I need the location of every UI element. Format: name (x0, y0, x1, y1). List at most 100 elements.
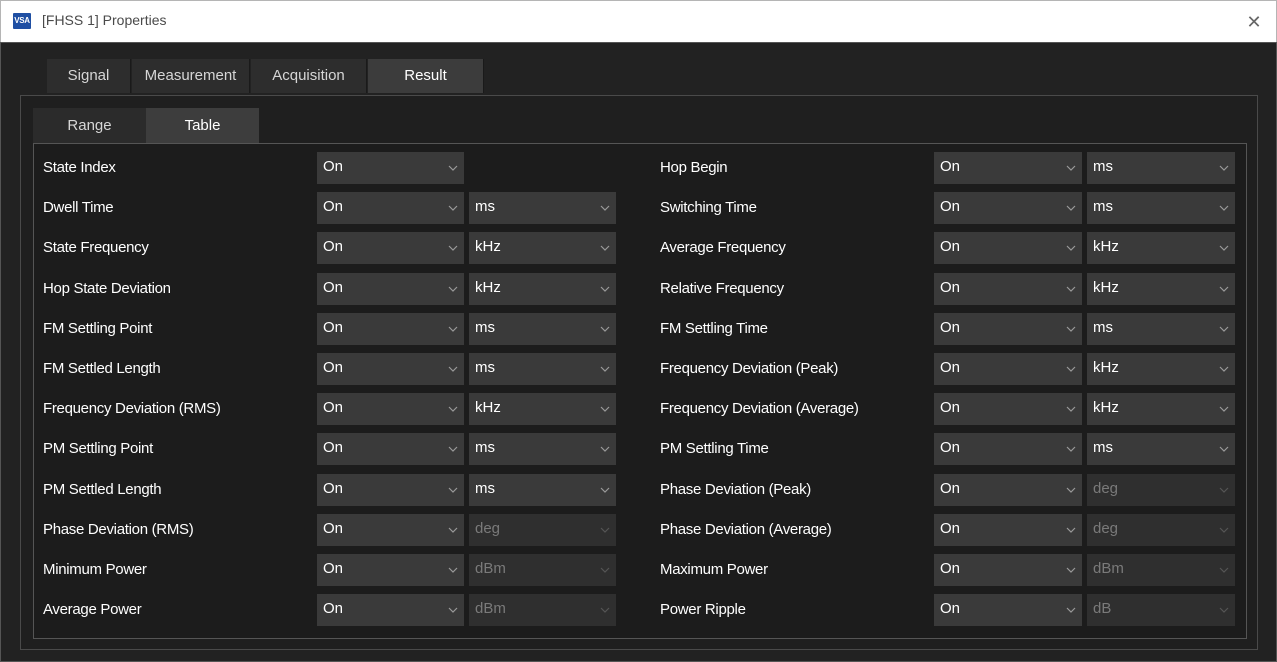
chevron-down-icon (446, 523, 460, 537)
toggle-dropdown-pm-settling-time[interactable]: On (934, 433, 1082, 465)
label-phase-deviation-peak: Phase Deviation (Peak) (660, 481, 811, 498)
toggle-value: On (940, 600, 961, 617)
close-icon[interactable]: ✕ (1237, 7, 1271, 37)
toggle-dropdown-fm-settling-time[interactable]: On (934, 313, 1082, 345)
toggle-dropdown-minimum-power[interactable]: On (317, 554, 464, 586)
window-title: [FHSS 1] Properties (42, 12, 167, 28)
toggle-value: On (323, 319, 344, 336)
unit-value: kHz (475, 279, 501, 296)
chevron-down-icon (1064, 603, 1078, 617)
chevron-down-icon (1064, 523, 1078, 537)
unit-dropdown-fm-settled-length[interactable]: ms (469, 353, 616, 385)
toggle-value: On (323, 198, 344, 215)
label-frequency-deviation-rms: Frequency Deviation (RMS) (43, 400, 221, 417)
toggle-dropdown-phase-deviation-peak[interactable]: On (934, 474, 1082, 506)
tab-measurement[interactable]: Measurement (132, 59, 250, 93)
toggle-value: On (323, 439, 344, 456)
unit-dropdown-pm-settled-length[interactable]: ms (469, 474, 616, 506)
chevron-down-icon (598, 402, 612, 416)
label-pm-settling-point: PM Settling Point (43, 440, 153, 457)
chevron-down-icon (446, 362, 460, 376)
chevron-down-icon (1217, 523, 1231, 537)
chevron-down-icon (598, 201, 612, 215)
unit-dropdown-dwell-time[interactable]: ms (469, 192, 616, 224)
unit-dropdown-hop-begin[interactable]: ms (1087, 152, 1235, 184)
tab-acquisition[interactable]: Acquisition (251, 59, 367, 93)
toggle-value: On (323, 279, 344, 296)
unit-dropdown-frequency-deviation-average[interactable]: kHz (1087, 393, 1235, 425)
toggle-dropdown-hop-begin[interactable]: On (934, 152, 1082, 184)
unit-value: kHz (1093, 279, 1119, 296)
unit-value: ms (475, 439, 495, 456)
toggle-dropdown-frequency-deviation-average[interactable]: On (934, 393, 1082, 425)
toggle-dropdown-maximum-power[interactable]: On (934, 554, 1082, 586)
toggle-dropdown-state-frequency[interactable]: On (317, 232, 464, 264)
toggle-dropdown-phase-deviation-rms[interactable]: On (317, 514, 464, 546)
toggle-dropdown-relative-frequency[interactable]: On (934, 273, 1082, 305)
chevron-down-icon (1217, 241, 1231, 255)
unit-dropdown-average-power: dBm (469, 594, 616, 626)
toggle-value: On (323, 560, 344, 577)
toggle-dropdown-fm-settled-length[interactable]: On (317, 353, 464, 385)
toggle-dropdown-fm-settling-point[interactable]: On (317, 313, 464, 345)
unit-dropdown-state-frequency[interactable]: kHz (469, 232, 616, 264)
toggle-value: On (323, 480, 344, 497)
toggle-dropdown-hop-state-deviation[interactable]: On (317, 273, 464, 305)
unit-dropdown-average-frequency[interactable]: kHz (1087, 232, 1235, 264)
unit-value: ms (475, 198, 495, 215)
label-state-index: State Index (43, 159, 116, 176)
label-maximum-power: Maximum Power (660, 561, 768, 578)
toggle-dropdown-pm-settling-point[interactable]: On (317, 433, 464, 465)
label-fm-settling-time: FM Settling Time (660, 320, 768, 337)
toggle-dropdown-average-power[interactable]: On (317, 594, 464, 626)
unit-dropdown-fm-settling-time[interactable]: ms (1087, 313, 1235, 345)
chevron-down-icon (598, 322, 612, 336)
tab-result[interactable]: Result (368, 59, 484, 93)
chevron-down-icon (598, 241, 612, 255)
chevron-down-icon (598, 483, 612, 497)
chevron-down-icon (598, 282, 612, 296)
chevron-down-icon (598, 523, 612, 537)
toggle-dropdown-frequency-deviation-peak[interactable]: On (934, 353, 1082, 385)
unit-dropdown-pm-settling-point[interactable]: ms (469, 433, 616, 465)
toggle-dropdown-power-ripple[interactable]: On (934, 594, 1082, 626)
chevron-down-icon (598, 563, 612, 577)
chevron-down-icon (1064, 241, 1078, 255)
chevron-down-icon (1064, 483, 1078, 497)
toggle-dropdown-dwell-time[interactable]: On (317, 192, 464, 224)
toggle-dropdown-frequency-deviation-rms[interactable]: On (317, 393, 464, 425)
toggle-dropdown-pm-settled-length[interactable]: On (317, 474, 464, 506)
unit-dropdown-relative-frequency[interactable]: kHz (1087, 273, 1235, 305)
tab-signal[interactable]: Signal (47, 59, 131, 93)
unit-dropdown-frequency-deviation-peak[interactable]: kHz (1087, 353, 1235, 385)
toggle-value: On (323, 399, 344, 416)
chevron-down-icon (446, 483, 460, 497)
unit-value: deg (1093, 480, 1119, 497)
unit-value: dBm (475, 560, 506, 577)
tab-table[interactable]: Table (146, 108, 259, 143)
unit-dropdown-fm-settling-point[interactable]: ms (469, 313, 616, 345)
toggle-value: On (323, 520, 344, 537)
toggle-dropdown-phase-deviation-average[interactable]: On (934, 514, 1082, 546)
unit-dropdown-switching-time[interactable]: ms (1087, 192, 1235, 224)
toggle-value: On (940, 480, 961, 497)
unit-value: dB (1093, 600, 1112, 617)
chevron-down-icon (446, 282, 460, 296)
properties-dialog: Signal Measurement Acquisition Result Ra… (0, 42, 1277, 662)
unit-value: ms (1093, 439, 1113, 456)
toggle-dropdown-state-index[interactable]: On (317, 152, 464, 184)
toggle-dropdown-average-frequency[interactable]: On (934, 232, 1082, 264)
unit-dropdown-frequency-deviation-rms[interactable]: kHz (469, 393, 616, 425)
tab-range[interactable]: Range (33, 108, 146, 143)
unit-dropdown-hop-state-deviation[interactable]: kHz (469, 273, 616, 305)
unit-value: kHz (475, 399, 501, 416)
chevron-down-icon (1064, 161, 1078, 175)
label-hop-state-deviation: Hop State Deviation (43, 280, 171, 297)
toggle-value: On (940, 319, 961, 336)
chevron-down-icon (1064, 442, 1078, 456)
title-bar: VSA [FHSS 1] Properties ✕ (0, 0, 1277, 42)
toggle-value: On (323, 600, 344, 617)
chevron-down-icon (1064, 322, 1078, 336)
toggle-dropdown-switching-time[interactable]: On (934, 192, 1082, 224)
unit-dropdown-pm-settling-time[interactable]: ms (1087, 433, 1235, 465)
